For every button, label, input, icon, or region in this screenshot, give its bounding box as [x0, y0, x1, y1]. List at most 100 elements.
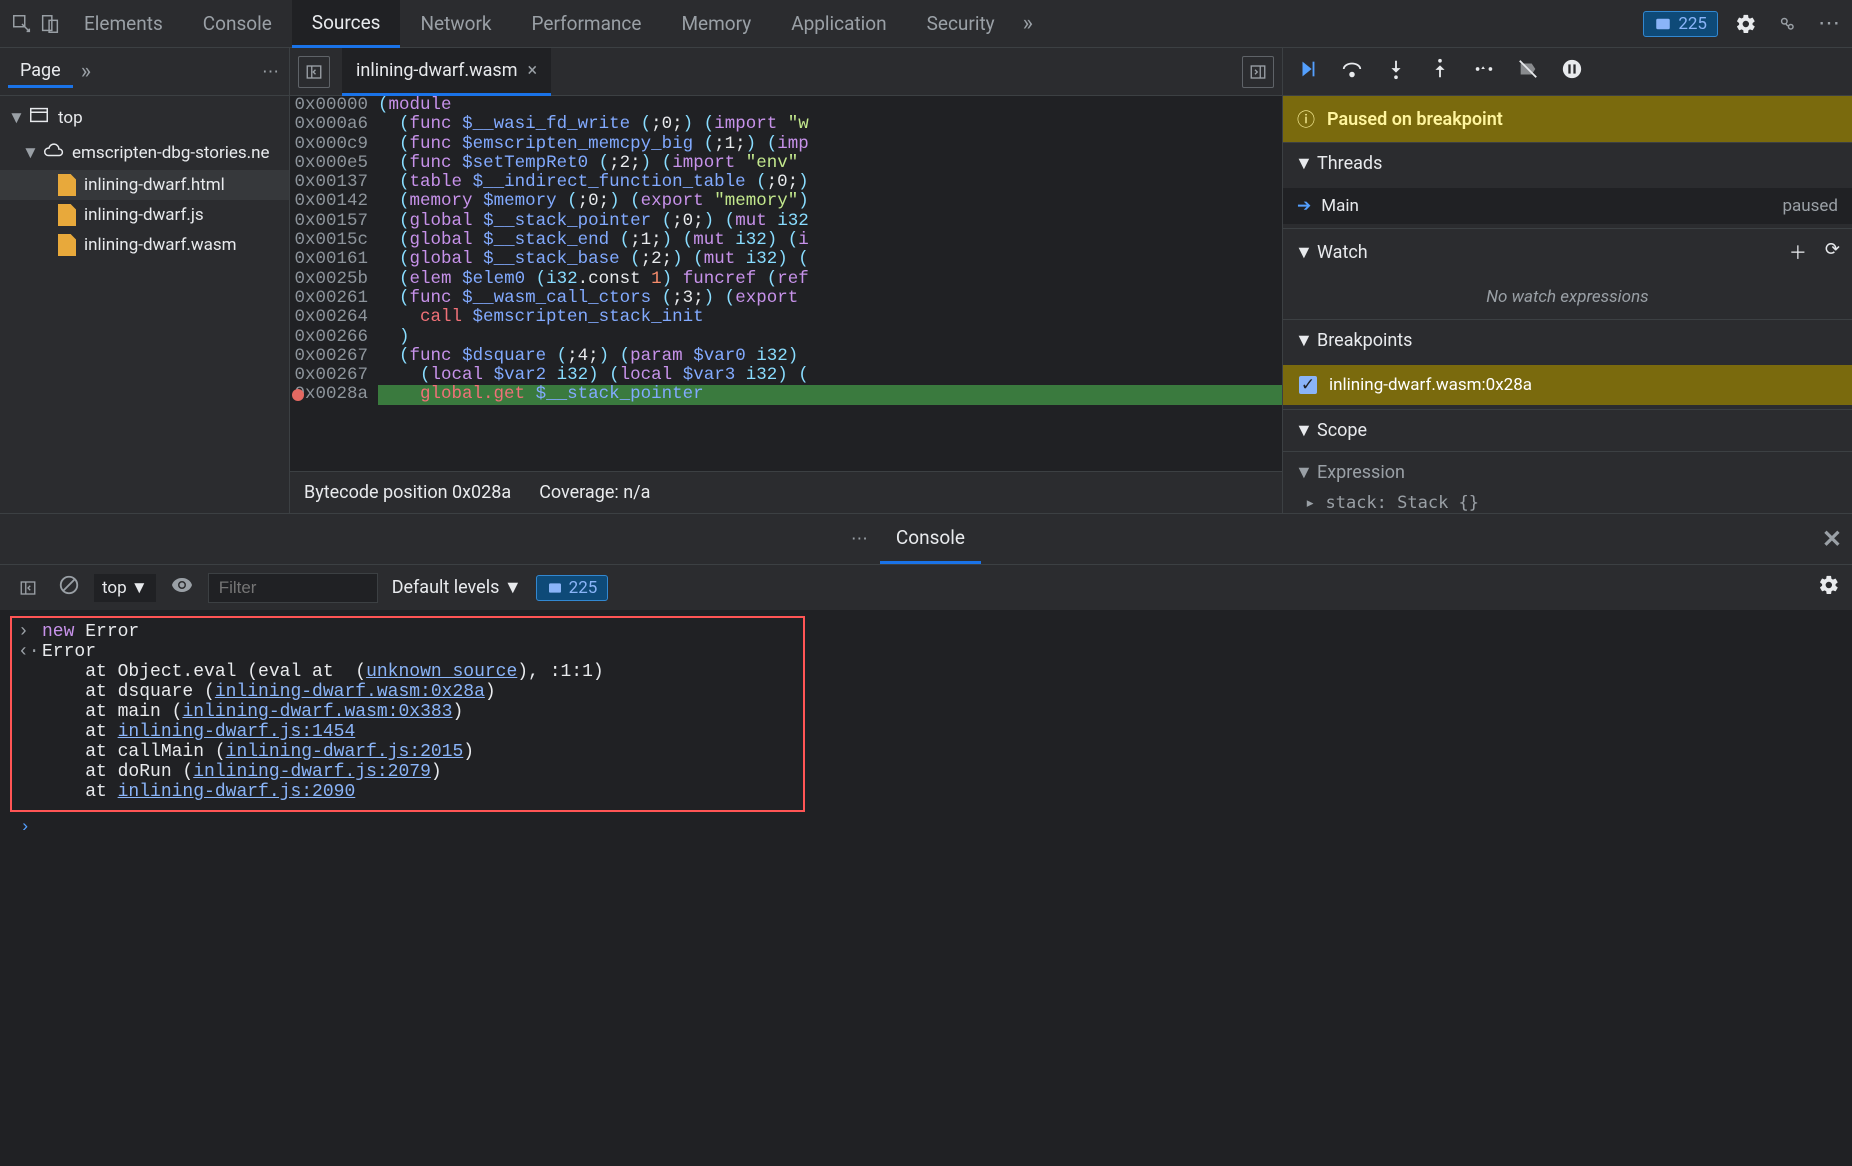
source-link[interactable]: inlining-dwarf.js:2090: [118, 782, 356, 802]
pause-banner: ⓘ Paused on breakpoint: [1283, 96, 1852, 142]
thread-name: Main: [1321, 196, 1359, 216]
threads-section-header[interactable]: ▼Threads: [1283, 143, 1852, 184]
tree-file-js[interactable]: inlining-dwarf.js: [0, 200, 289, 230]
close-tab-icon[interactable]: ×: [528, 60, 538, 81]
customize-icon[interactable]: [1774, 10, 1802, 38]
breakpoint-row[interactable]: ✓ inlining-dwarf.wasm:0x28a: [1283, 365, 1852, 405]
pause-exceptions-button[interactable]: [1561, 58, 1583, 85]
watch-title: Watch: [1317, 242, 1368, 263]
issues-badge[interactable]: 225: [1643, 11, 1718, 37]
console-prompt[interactable]: ›: [10, 812, 1842, 843]
source-link[interactable]: inlining-dwarf.js:1454: [118, 722, 356, 742]
tree-file-wasm[interactable]: inlining-dwarf.wasm: [0, 230, 289, 260]
editor-status-bar: Bytecode position 0x028a Coverage: n/a: [290, 471, 1282, 513]
settings-icon[interactable]: [1732, 10, 1760, 38]
thread-status: paused: [1782, 196, 1838, 216]
navigator-sidebar: Page » ⋯ ▼ top ▼ emscripten-dbg-stories.…: [0, 48, 290, 513]
navigator-tab-page[interactable]: Page: [8, 56, 73, 88]
tree-domain-label: emscripten-dbg-stories.ne: [72, 143, 270, 163]
highlight-box: ›new new ErrorError ‹·Error at Object.ev…: [10, 616, 805, 812]
console-toolbar: top ▼ Default levels ▼ 225: [0, 564, 1852, 610]
tree-file-label: inlining-dwarf.html: [84, 175, 225, 195]
drawer-menu-icon[interactable]: ⋯: [851, 529, 870, 549]
refresh-watch-button[interactable]: ⟳: [1825, 239, 1840, 265]
editor-tab[interactable]: inlining-dwarf.wasm ×: [342, 48, 551, 96]
step-out-button[interactable]: [1429, 58, 1451, 85]
console-settings-icon[interactable]: [1818, 574, 1840, 601]
resume-button[interactable]: [1297, 58, 1319, 85]
current-thread-arrow-icon: ➔: [1297, 196, 1311, 216]
tab-memory[interactable]: Memory: [661, 0, 771, 48]
clear-console-icon[interactable]: [58, 574, 80, 601]
drawer-tab-console[interactable]: Console: [880, 514, 981, 564]
tree-file-label: inlining-dwarf.wasm: [84, 235, 237, 255]
live-expression-icon[interactable]: [170, 573, 194, 602]
expression-section-header[interactable]: ▼Expression: [1283, 452, 1852, 493]
code-editor[interactable]: 0x000000x000a60x000c90x000e50x001370x001…: [290, 96, 1282, 471]
file-icon: [58, 234, 76, 256]
thread-row[interactable]: ➔ Main paused: [1283, 188, 1852, 224]
deactivate-breakpoints-button[interactable]: [1517, 58, 1539, 85]
tab-elements[interactable]: Elements: [64, 0, 183, 48]
tree-top-label: top: [58, 108, 83, 128]
console-issues-badge[interactable]: 225: [536, 575, 609, 601]
log-level-selector[interactable]: Default levels ▼: [392, 577, 522, 598]
close-drawer-icon[interactable]: ✕: [1822, 525, 1842, 553]
toggle-console-sidebar-icon[interactable]: [12, 572, 44, 604]
tree-domain[interactable]: ▼ emscripten-dbg-stories.ne: [0, 135, 289, 170]
navigator-more-icon[interactable]: »: [81, 59, 91, 84]
toggle-debugger-button[interactable]: [1242, 56, 1274, 88]
breakpoints-section-header[interactable]: ▼Breakpoints: [1283, 320, 1852, 361]
console-result: Error: [42, 642, 96, 662]
step-button[interactable]: [1473, 58, 1495, 85]
tab-console[interactable]: Console: [183, 0, 292, 48]
breakpoints-title: Breakpoints: [1317, 330, 1412, 351]
threads-title: Threads: [1317, 153, 1382, 174]
scope-section-header[interactable]: ▼Scope: [1283, 410, 1852, 451]
tab-performance[interactable]: Performance: [512, 0, 662, 48]
tab-application[interactable]: Application: [771, 0, 906, 48]
add-watch-button[interactable]: ＋: [1789, 239, 1807, 265]
breakpoint-label: inlining-dwarf.wasm:0x28a: [1329, 375, 1532, 395]
navigator-menu-icon[interactable]: ⋯: [262, 62, 281, 82]
editor: inlining-dwarf.wasm × 0x000000x000a60x00…: [290, 48, 1282, 513]
step-into-button[interactable]: [1385, 58, 1407, 85]
source-link[interactable]: inlining-dwarf.wasm:0x383: [182, 702, 452, 722]
devtools-top-tabs: Elements Console Sources Network Perform…: [0, 0, 1852, 48]
console-filter-input[interactable]: [208, 573, 378, 603]
console-issue-count: 225: [569, 578, 598, 598]
file-tree: ▼ top ▼ emscripten-dbg-stories.ne inlini…: [0, 96, 289, 513]
device-toggle-icon[interactable]: [36, 10, 64, 38]
inspect-icon[interactable]: [8, 10, 36, 38]
cloud-icon: [42, 139, 64, 166]
bytecode-position: Bytecode position 0x028a: [304, 482, 511, 503]
console-drawer: ⋯ Console ✕ top ▼ Default levels ▼ 225: [0, 513, 1852, 1166]
tab-sources[interactable]: Sources: [292, 0, 401, 48]
expression-line: ▸ stack: Stack {}: [1283, 493, 1852, 513]
debugger-pane: ⓘ Paused on breakpoint ▼Threads ➔ Main p…: [1282, 48, 1852, 513]
watch-section-header[interactable]: ▼Watch ＋⟳: [1283, 229, 1852, 275]
tab-network[interactable]: Network: [400, 0, 511, 48]
toggle-navigator-button[interactable]: [298, 56, 330, 88]
step-over-button[interactable]: [1341, 58, 1363, 85]
tab-security[interactable]: Security: [907, 0, 1015, 48]
source-link[interactable]: inlining-dwarf.wasm:0x28a: [215, 682, 485, 702]
tree-file-html[interactable]: inlining-dwarf.html: [0, 170, 289, 200]
editor-tab-label: inlining-dwarf.wasm: [356, 60, 518, 81]
console-output[interactable]: ›new new ErrorError ‹·Error at Object.ev…: [0, 610, 1852, 1166]
coverage-status: Coverage: n/a: [539, 482, 650, 503]
more-tabs-icon[interactable]: »: [1023, 11, 1033, 36]
file-icon: [58, 174, 76, 196]
source-link[interactable]: inlining-dwarf.js:2079: [193, 762, 431, 782]
info-icon: ⓘ: [1297, 106, 1315, 132]
source-link[interactable]: unknown source: [366, 662, 517, 682]
watch-empty-text: No watch expressions: [1283, 279, 1852, 315]
more-icon[interactable]: ⋯: [1816, 10, 1844, 38]
file-icon: [58, 204, 76, 226]
breakpoint-checkbox[interactable]: ✓: [1299, 376, 1317, 394]
context-selector[interactable]: top ▼: [94, 574, 156, 602]
debugger-toolbar: [1283, 48, 1852, 96]
source-link[interactable]: inlining-dwarf.js:2015: [226, 742, 464, 762]
tree-top-frame[interactable]: ▼ top: [0, 100, 289, 135]
scope-title: Scope: [1317, 420, 1367, 441]
